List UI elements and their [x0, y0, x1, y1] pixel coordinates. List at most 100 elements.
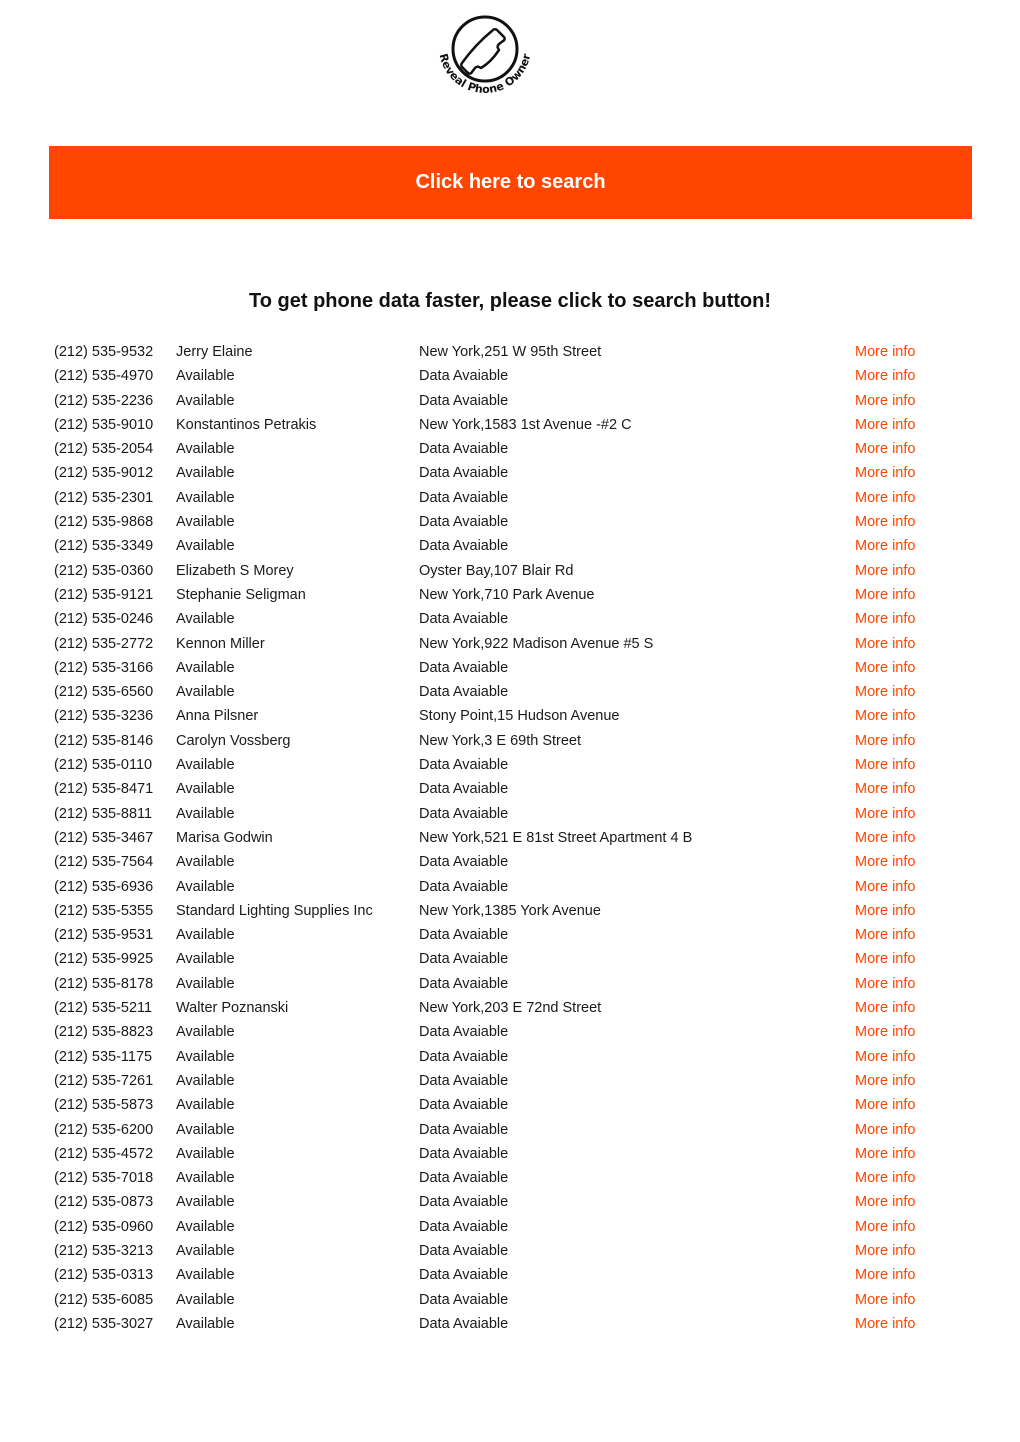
more-info-link[interactable]: More info: [855, 340, 915, 364]
more-info-link[interactable]: More info: [855, 389, 915, 413]
more-info-link[interactable]: More info: [855, 1215, 915, 1239]
owner-address: New York,3 E 69th Street: [419, 732, 582, 749]
phone-number: (212) 535-9012: [54, 465, 154, 482]
phone-number: (212) 535-3236: [54, 708, 154, 725]
more-info-link[interactable]: More info: [855, 486, 915, 510]
owner-name: Available: [176, 1267, 235, 1284]
list-item: (212) 535-5355 Standard Lighting Supplies…: [0, 899, 1020, 923]
phone-number: (212) 535-3349: [54, 538, 154, 555]
phone-number: (212) 535-5355: [54, 902, 154, 919]
owner-name: Available: [176, 854, 235, 871]
more-info-link[interactable]: More info: [855, 437, 915, 461]
more-info-link[interactable]: More info: [855, 583, 915, 607]
owner-address: Data Avaiable: [419, 1267, 509, 1284]
more-info-link[interactable]: More info: [855, 777, 915, 801]
list-item: (212) 535-9532 Jerry Elaine New York,251 W…: [0, 340, 1020, 364]
owner-address: Data Avaiable: [419, 1291, 509, 1308]
search-button-label: Click here to search: [415, 171, 606, 193]
list-item: (212) 535-8471 Available Data Avaiable More…: [0, 777, 1020, 801]
more-info-link[interactable]: More info: [855, 704, 915, 728]
search-button[interactable]: Click here to search: [49, 146, 972, 219]
list-item: (212) 535-6936 Available Data Avaiable More…: [0, 875, 1020, 899]
more-info-link[interactable]: More info: [855, 802, 915, 826]
owner-name: Available: [176, 1072, 235, 1089]
owner-address: Data Avaiable: [419, 1194, 509, 1211]
more-info-link[interactable]: More info: [855, 753, 915, 777]
owner-name: Available: [176, 805, 235, 822]
owner-name: Available: [176, 1194, 235, 1211]
owner-address: Data Avaiable: [419, 854, 509, 871]
list-item: (212) 535-7261 Available Data Avaiable More…: [0, 1069, 1020, 1093]
more-info-link[interactable]: More info: [855, 1190, 915, 1214]
owner-name: Available: [176, 465, 235, 482]
more-info-link[interactable]: More info: [855, 1142, 915, 1166]
phone-number: (212) 535-9532: [54, 344, 154, 360]
owner-address: Data Avaiable: [419, 1315, 509, 1332]
list-item: (212) 535-5211 Walter Poznanski New York,2…: [0, 996, 1020, 1020]
phone-number: (212) 535-8471: [54, 781, 154, 798]
more-info-link[interactable]: More info: [855, 1020, 915, 1044]
owner-name: Available: [176, 1097, 235, 1114]
list-item: (212) 535-0313 Available Data Avaiable More…: [0, 1263, 1020, 1287]
more-info-link[interactable]: More info: [855, 680, 915, 704]
list-item: (212) 535-2301 Available Data Avaiable More…: [0, 486, 1020, 510]
list-item: (212) 535-5873 Available Data Avaiable More…: [0, 1093, 1020, 1117]
more-info-link[interactable]: More info: [855, 632, 915, 656]
owner-name: Available: [176, 878, 235, 895]
more-info-link[interactable]: More info: [855, 875, 915, 899]
owner-address: Data Avaiable: [419, 1024, 509, 1041]
list-item: (212) 535-8811 Available Data Avaiable More…: [0, 802, 1020, 826]
more-info-link[interactable]: More info: [855, 1312, 915, 1336]
list-item: (212) 535-8146 Carolyn Vossberg New York,3…: [0, 729, 1020, 753]
more-info-link[interactable]: More info: [855, 1093, 915, 1117]
more-info-link[interactable]: More info: [855, 1045, 915, 1069]
more-info-link[interactable]: More info: [855, 510, 915, 534]
list-item: (212) 535-3349 Available Data Avaiable More…: [0, 534, 1020, 558]
phone-list: (212) 535-9532 Jerry Elaine New York,251 W…: [0, 340, 1020, 1336]
more-info-link[interactable]: More info: [855, 923, 915, 947]
owner-name: Carolyn Vossberg: [176, 732, 291, 749]
owner-name: Available: [176, 1242, 235, 1259]
more-info-link[interactable]: More info: [855, 1239, 915, 1263]
phone-number: (212) 535-2772: [54, 635, 154, 652]
more-info-link[interactable]: More info: [855, 461, 915, 485]
more-info-link[interactable]: More info: [855, 996, 915, 1020]
more-info-link[interactable]: More info: [855, 1118, 915, 1142]
more-info-link[interactable]: More info: [855, 850, 915, 874]
owner-name: Available: [176, 927, 235, 944]
more-info-link[interactable]: More info: [855, 1263, 915, 1287]
more-info-link[interactable]: More info: [855, 899, 915, 923]
more-info-link[interactable]: More info: [855, 534, 915, 558]
owner-address: Data Avaiable: [419, 1097, 509, 1114]
more-info-link[interactable]: More info: [855, 607, 915, 631]
phone-number: (212) 535-3166: [54, 659, 154, 676]
phone-number: (212) 535-9868: [54, 514, 154, 531]
owner-name: Walter Poznanski: [176, 1000, 289, 1017]
list-item: (212) 535-9868 Available Data Avaiable More…: [0, 510, 1020, 534]
more-info-link[interactable]: More info: [855, 1069, 915, 1093]
more-info-link[interactable]: More info: [855, 826, 915, 850]
owner-address: New York,203 E 72nd Street: [419, 1000, 602, 1017]
owner-address: Data Avaiable: [419, 684, 509, 701]
more-info-link[interactable]: More info: [855, 413, 915, 437]
owner-name: Kennon Miller: [176, 635, 265, 652]
phone-number: (212) 535-8178: [54, 975, 154, 992]
owner-name: Available: [176, 611, 235, 628]
more-info-link[interactable]: More info: [855, 364, 915, 388]
list-item: (212) 535-7564 Available Data Avaiable More…: [0, 850, 1020, 874]
more-info-link[interactable]: More info: [855, 656, 915, 680]
more-info-link[interactable]: More info: [855, 559, 915, 583]
owner-name: Available: [176, 781, 235, 798]
list-item: (212) 535-0873 Available Data Avaiable More…: [0, 1190, 1020, 1214]
more-info-link[interactable]: More info: [855, 947, 915, 971]
more-info-link[interactable]: More info: [855, 972, 915, 996]
list-item: (212) 535-4572 Available Data Avaiable More…: [0, 1142, 1020, 1166]
owner-name: Available: [176, 757, 235, 774]
owner-name: Available: [176, 489, 235, 506]
more-info-link[interactable]: More info: [855, 729, 915, 753]
list-item: (212) 535-7018 Available Data Avaiable More…: [0, 1166, 1020, 1190]
owner-address: Data Avaiable: [419, 951, 509, 968]
more-info-link[interactable]: More info: [855, 1166, 915, 1190]
more-info-link[interactable]: More info: [855, 1288, 915, 1312]
owner-name: Available: [176, 1170, 235, 1187]
